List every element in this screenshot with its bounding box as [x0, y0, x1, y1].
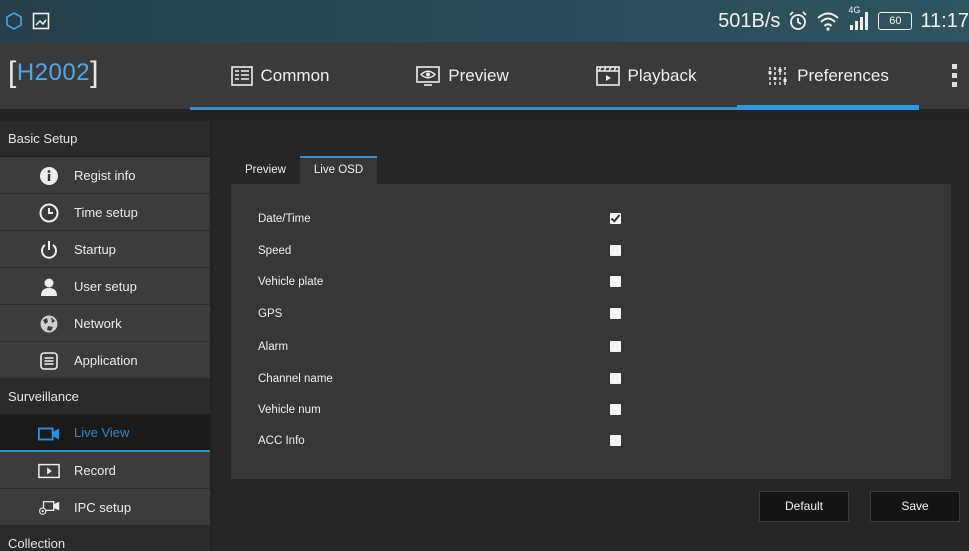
tab-preferences[interactable]: Preferences: [737, 42, 919, 110]
alarm-checkbox[interactable]: [610, 341, 621, 352]
channel-name-checkbox[interactable]: [610, 373, 621, 384]
sidebar-item-live-view[interactable]: Live View: [0, 415, 210, 452]
sidebar-item-label: Regist info: [74, 167, 136, 183]
android-status-bar: 501B/s 4G 60 11:17: [0, 0, 969, 42]
grid-icon: [230, 66, 253, 86]
network-speed: 501B/s: [718, 9, 781, 32]
section-basic-setup: Basic Setup: [0, 121, 210, 157]
sidebar-item-label: User setup: [74, 278, 137, 294]
clock-time: 11:17: [920, 9, 969, 32]
ipc-camera-icon: [38, 497, 60, 519]
osd-option-label: GPS: [258, 308, 283, 320]
clock-icon: [38, 202, 60, 224]
osd-option-label: ACC Info: [258, 435, 305, 447]
wifi-icon: [816, 11, 840, 31]
sidebar-item-label: Application: [74, 352, 138, 368]
cellular-signal-icon: 4G: [848, 5, 870, 31]
sidebar-item-network[interactable]: Network: [0, 305, 210, 342]
sidebar-item-label: Record: [74, 462, 116, 478]
camera-icon: [38, 423, 60, 445]
tab-common[interactable]: Common: [190, 42, 370, 110]
osd-option-label: Vehicle num: [258, 404, 321, 416]
osd-option-row: Date/Time: [258, 209, 638, 229]
acc-info-checkbox[interactable]: [610, 435, 621, 446]
sidebar-item-startup[interactable]: Startup: [0, 231, 210, 268]
sidebar-item-ipc-setup[interactable]: IPC setup: [0, 489, 210, 526]
main-tabs: Common Preview Playback Preferences: [190, 42, 930, 110]
live-view-settings: Preview Live OSD Date/Time Speed Vehicle…: [213, 121, 969, 551]
osd-option-label: Channel name: [258, 373, 333, 385]
osd-options-panel: Date/Time Speed Vehicle plate GPS Alarm …: [231, 184, 951, 479]
battery-level: 60: [889, 15, 902, 27]
user-icon: [38, 276, 60, 298]
network-badge: 4G: [848, 5, 861, 15]
globe-icon: [38, 313, 60, 335]
tab-playback[interactable]: Playback: [555, 42, 737, 110]
info-icon: [38, 165, 60, 187]
sidebar-item-regist-info[interactable]: Regist info: [0, 157, 210, 194]
device-model: [H2002]: [8, 56, 99, 89]
sidebar-item-label: Startup: [74, 241, 116, 257]
osd-option-label: Date/Time: [258, 213, 311, 225]
default-button[interactable]: Default: [759, 491, 849, 522]
power-icon: [38, 239, 60, 261]
speed-checkbox[interactable]: [610, 245, 621, 256]
live-view-subtabs: Preview Live OSD: [231, 156, 378, 184]
settings-sidebar: Basic Setup Regist info Time setup Start…: [0, 121, 210, 551]
tab-playback-label: Playback: [627, 66, 697, 85]
sidebar-item-application[interactable]: Application: [0, 342, 210, 379]
tab-preferences-label: Preferences: [797, 66, 889, 85]
alarm-clock-icon: [788, 11, 808, 31]
subtab-live-osd[interactable]: Live OSD: [299, 156, 378, 184]
osd-option-label: Vehicle plate: [258, 276, 324, 288]
gps-checkbox[interactable]: [610, 308, 621, 319]
document-icon: [38, 350, 60, 372]
tab-preview[interactable]: Preview: [370, 42, 555, 110]
battery-icon: 60: [878, 12, 913, 30]
vehicle-num-checkbox[interactable]: [610, 404, 621, 415]
osd-option-row: Vehicle num: [258, 400, 638, 420]
app-header: [H2002] Common Preview Playback Preferen…: [0, 42, 969, 110]
save-button[interactable]: Save: [870, 491, 960, 522]
overflow-menu-icon[interactable]: [949, 64, 959, 90]
sliders-icon: [767, 66, 789, 86]
sidebar-item-record[interactable]: Record: [0, 452, 210, 489]
device-model-label: H2002: [16, 59, 91, 86]
date-time-checkbox[interactable]: [610, 213, 621, 224]
subtab-preview[interactable]: Preview: [231, 156, 300, 184]
section-surveillance: Surveillance: [0, 379, 210, 415]
tab-common-label: Common: [260, 66, 330, 85]
sidebar-item-label: Time setup: [74, 204, 138, 220]
eye-icon: [416, 66, 441, 86]
osd-option-label: Speed: [258, 245, 292, 257]
image-icon: [32, 12, 50, 30]
osd-option-row: Alarm: [258, 337, 638, 357]
osd-option-row: Vehicle plate: [258, 272, 638, 292]
osd-option-row: GPS: [258, 304, 638, 324]
play-icon: [38, 460, 60, 482]
sidebar-item-time-setup[interactable]: Time setup: [0, 194, 210, 231]
sidebar-item-label: Live View: [74, 425, 130, 440]
osd-option-row: Speed: [258, 241, 638, 261]
film-icon: [595, 66, 620, 86]
osd-option-row: Channel name: [258, 369, 638, 389]
section-collection: Collection: [0, 526, 210, 551]
sidebar-item-user-setup[interactable]: User setup: [0, 268, 210, 305]
sidebar-item-label: Network: [74, 315, 122, 331]
sidebar-item-label: IPC setup: [74, 499, 132, 515]
hexagon-icon: [6, 12, 22, 30]
osd-option-label: Alarm: [258, 341, 289, 353]
tab-preview-label: Preview: [448, 66, 509, 85]
osd-option-row: ACC Info: [258, 431, 638, 451]
vehicle-plate-checkbox[interactable]: [610, 276, 621, 287]
